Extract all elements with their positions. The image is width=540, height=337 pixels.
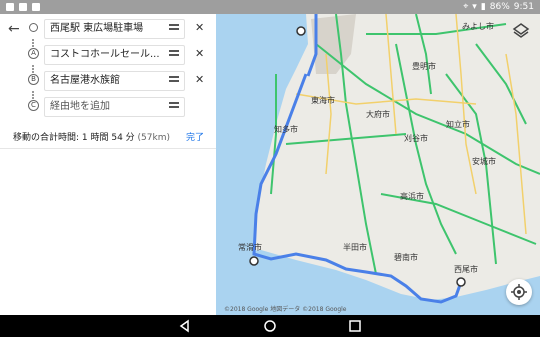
layers-button[interactable] xyxy=(510,20,532,42)
my-location-button[interactable] xyxy=(506,279,532,305)
map-label-obu: 大府市 xyxy=(366,109,390,119)
map-copyright: ©2018 Google 地図データ ©2018 Google xyxy=(224,305,347,313)
map-label-tokai: 東海市 xyxy=(311,95,335,105)
drag-handle-icon[interactable] xyxy=(169,50,179,56)
remove-stop-icon[interactable]: ✕ xyxy=(195,21,204,35)
map-label-tokoname: 常滑市 xyxy=(238,242,262,252)
stop-a-field[interactable]: コストコホールセール... xyxy=(44,45,185,65)
message-icon xyxy=(32,3,40,11)
map-label-toyoake: 豊明市 xyxy=(412,61,436,71)
notification-icon xyxy=(6,3,14,11)
maps-notification-icon xyxy=(19,3,27,11)
wifi-icon: ▾ xyxy=(472,2,477,12)
back-nav-icon[interactable] xyxy=(178,319,192,333)
divider xyxy=(0,148,216,149)
stop-c-marker: C xyxy=(28,100,39,111)
origin-marker[interactable] xyxy=(296,26,306,36)
drag-handle-icon[interactable] xyxy=(169,76,179,82)
remove-stop-icon[interactable]: ✕ xyxy=(195,73,204,87)
total-distance: (57km) xyxy=(137,133,170,143)
origin-circle-icon xyxy=(29,23,38,32)
clock: 9:51 xyxy=(513,2,534,12)
directions-panel: ← 西尾駅 東広場駐車場 ✕ A コストコホールセール... ✕ B 名古屋港水… xyxy=(0,14,217,315)
map-label-handa: 半田市 xyxy=(343,242,367,252)
map-label-kariya: 刈谷市 xyxy=(404,133,428,143)
stop-b-field[interactable]: 名古屋港水族館 xyxy=(44,71,185,91)
drag-handle-icon[interactable] xyxy=(169,102,179,108)
status-bar: ⌖ ▾ ▮ 86% 9:51 xyxy=(0,0,540,14)
stop-marker[interactable] xyxy=(249,256,259,266)
stop-row-a: A コストコホールセール... ✕ xyxy=(0,44,216,66)
stop-a-marker: A xyxy=(28,48,39,59)
map-label-chiryu: 知立市 xyxy=(446,119,470,129)
add-stop-field[interactable]: 経由地を追加 xyxy=(44,97,185,117)
home-nav-icon[interactable] xyxy=(263,319,277,333)
total-time: 移動の合計時間: 1 時間 54 分 xyxy=(13,133,135,143)
battery-icon: ▮ xyxy=(480,2,486,12)
stop-row-b: B 名古屋港水族館 ✕ xyxy=(0,70,216,92)
map-label-takahama: 高浜市 xyxy=(400,191,424,201)
layers-icon xyxy=(512,23,530,38)
recents-nav-icon[interactable] xyxy=(348,319,362,333)
map-canvas[interactable]: 東海市 知多市 大府市 刈谷市 知立市 豊明市 みよし市 安城市 高浜市 碧南市… xyxy=(216,14,540,315)
map-label-nishio: 西尾市 xyxy=(454,264,478,274)
my-location-icon xyxy=(511,284,527,300)
drag-handle-icon[interactable] xyxy=(169,24,179,30)
map-view[interactable]: 東海市 知多市 大府市 刈谷市 知立市 豊明市 みよし市 安城市 高浜市 碧南市… xyxy=(216,14,540,315)
back-arrow-icon[interactable]: ← xyxy=(8,21,20,37)
status-left-icons xyxy=(6,1,40,13)
origin-field[interactable]: 西尾駅 東広場駐車場 xyxy=(44,19,185,39)
route-summary: 移動の合計時間: 1 時間 54 分 (57km) xyxy=(13,130,170,143)
system-navigation-bar xyxy=(0,315,540,337)
destination-marker[interactable] xyxy=(456,277,466,287)
stop-row-origin: ← 西尾駅 東広場駐車場 ✕ xyxy=(0,18,216,40)
stop-row-c: C 経由地を追加 xyxy=(0,96,216,118)
map-label-hekinan: 碧南市 xyxy=(394,252,418,262)
location-icon: ⌖ xyxy=(463,2,469,12)
remove-stop-icon[interactable]: ✕ xyxy=(195,47,204,61)
done-button[interactable]: 完了 xyxy=(186,130,204,143)
map-label-anjo: 安城市 xyxy=(472,156,496,166)
map-label-miyoshi: みよし市 xyxy=(462,21,494,31)
stop-b-marker: B xyxy=(28,74,39,85)
status-right: ⌖ ▾ ▮ 86% 9:51 xyxy=(463,1,534,13)
battery-percent: 86% xyxy=(489,2,510,12)
map-label-chita: 知多市 xyxy=(274,124,298,134)
